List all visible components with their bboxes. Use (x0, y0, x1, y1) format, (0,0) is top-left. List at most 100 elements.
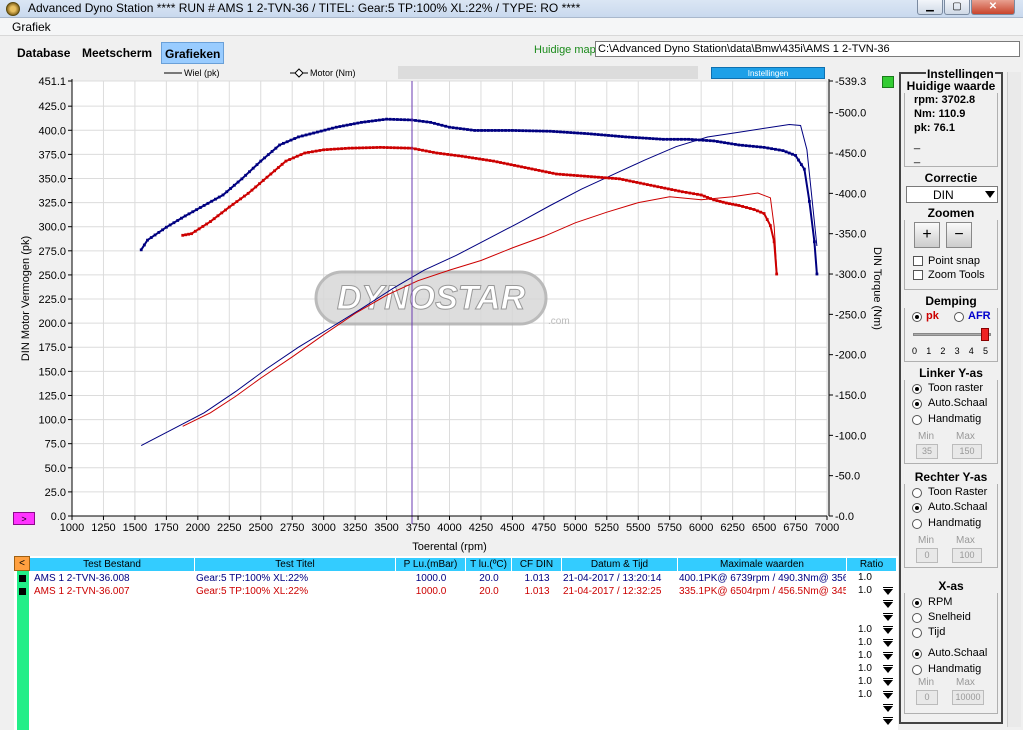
series-point-1 (712, 139, 716, 143)
left-y-grid-radio[interactable] (912, 384, 922, 394)
ratio-dropdown-icon[interactable] (883, 639, 893, 647)
series-point-1 (244, 173, 248, 177)
ratio-dropdown-icon[interactable] (883, 613, 893, 621)
series-point-3 (421, 148, 424, 152)
series-point-1 (403, 118, 406, 122)
series-point-1 (363, 120, 367, 124)
demping-slider-track[interactable] (913, 333, 991, 336)
ratio-dropdown-icon[interactable] (883, 600, 893, 608)
ratio-value: 1.0 (858, 676, 872, 687)
series-point-3 (184, 233, 188, 237)
current-value-title: Huidige waarde (904, 79, 998, 93)
x-axis-min-input[interactable]: 0 (916, 690, 938, 705)
demping-afr-radio[interactable] (954, 312, 964, 322)
series-point-3 (502, 161, 506, 165)
table-header-7[interactable]: Ratio (847, 558, 897, 571)
series-point-3 (471, 156, 474, 160)
left-y-auto-radio[interactable] (912, 399, 922, 409)
table-header-0[interactable]: Test Bestand (30, 558, 195, 571)
ratio-dropdown-icon[interactable] (883, 678, 893, 686)
left-y-manual-radio[interactable] (912, 415, 922, 425)
series-point-3 (688, 191, 692, 195)
right-y-auto-radio[interactable] (912, 503, 922, 513)
series-point-3 (499, 161, 502, 164)
ratio-dropdown-icon[interactable] (883, 626, 893, 634)
correctie-title: Correctie (904, 171, 998, 185)
series-point-1 (308, 132, 312, 136)
ratio-dropdown-icon[interactable] (883, 717, 893, 725)
table-header-5[interactable]: Datum & Tijd (562, 558, 678, 571)
series-point-1 (511, 129, 514, 132)
demping-pk-radio[interactable] (912, 312, 922, 322)
row-visibility-icon[interactable] (19, 588, 26, 595)
series-point-1 (221, 193, 225, 197)
series-point-1 (236, 180, 240, 184)
ratio-dropdown-icon[interactable] (883, 665, 893, 673)
zoom-in-icon[interactable]: + (914, 222, 940, 248)
x-axis-speed-radio[interactable] (912, 613, 922, 623)
series-point-1 (593, 132, 597, 136)
row-visibility-icon[interactable] (19, 575, 26, 582)
maximize-button[interactable]: ▢ (944, 0, 970, 15)
point-snap-checkbox[interactable] (913, 256, 923, 266)
correctie-select[interactable]: DIN (906, 186, 998, 203)
series-point-1 (777, 148, 781, 152)
series-point-1 (274, 146, 278, 150)
demping-tick-label: 0 (912, 346, 918, 356)
ratio-value: 1.0 (858, 689, 872, 700)
x-tick-label: 4500 (500, 522, 524, 534)
x-axis-rpm-radio[interactable] (912, 598, 922, 608)
panel-scrollbar[interactable] (1007, 72, 1021, 727)
table-cell-temp: 20.0 (479, 586, 499, 597)
series-point-1 (334, 125, 338, 129)
series-point-3 (417, 148, 421, 151)
right-y-max-input[interactable]: 100 (952, 548, 982, 563)
right-y-manual-radio[interactable] (912, 519, 922, 529)
series-point-3 (741, 205, 745, 208)
x-axis-max-input[interactable]: 10000 (952, 690, 984, 705)
series-point-3 (336, 147, 340, 151)
x-axis-auto-radio[interactable] (912, 649, 922, 659)
left-y-min-input[interactable]: 35 (916, 444, 938, 459)
left-y-min-label: Min (918, 431, 935, 442)
y-tick-label: 25.0 (45, 487, 66, 499)
series-point-1 (565, 130, 569, 134)
series-point-3 (442, 152, 446, 156)
series-point-3 (224, 208, 227, 212)
series-point-3 (631, 180, 635, 184)
series-point-1 (202, 204, 206, 207)
table-cell-cf: 1.013 (524, 573, 550, 584)
series-point-1 (589, 132, 593, 136)
left-y-max-input[interactable]: 150 (952, 444, 982, 459)
x-axis-time-radio[interactable] (912, 628, 922, 638)
table-header-4[interactable]: CF DIN (512, 558, 562, 571)
x-axis-manual-radio[interactable] (912, 665, 922, 675)
ratio-value: 1.0 (858, 585, 872, 596)
ratio-dropdown-icon[interactable] (883, 704, 893, 712)
ratio-dropdown-icon[interactable] (883, 691, 893, 699)
zoom-out-icon[interactable]: − (946, 222, 972, 248)
series-point-1 (352, 122, 356, 126)
ratio-dropdown-icon[interactable] (883, 652, 893, 660)
table-header-2[interactable]: P Lu.(mBar) (396, 558, 466, 571)
right-y-min-input[interactable]: 0 (916, 548, 938, 563)
series-point-1 (521, 129, 525, 133)
zoom-tools-checkbox[interactable] (913, 270, 923, 280)
right-y-grid-radio[interactable] (912, 488, 922, 498)
dyno-chart[interactable]: Wiel (pk) Motor (Nm) DYNOSTAR .com 1000 125… (0, 0, 898, 556)
series-point-1 (613, 134, 617, 138)
table-header-3[interactable]: T lu.(ºC) (466, 558, 512, 571)
table-collapse-button[interactable]: < (14, 556, 30, 571)
series-point-1 (417, 119, 421, 123)
right-y-max-label: Max (956, 535, 975, 546)
demping-slider-thumb[interactable] (981, 328, 989, 341)
ratio-dropdown-icon[interactable] (883, 587, 893, 595)
series-point-1 (690, 138, 694, 141)
table-header-1[interactable]: Test Titel (195, 558, 396, 571)
close-button[interactable]: ✕ (971, 0, 1015, 15)
series-point-3 (227, 205, 231, 209)
left-y-manual-label: Handmatig (928, 413, 982, 425)
minimize-button[interactable]: ▁ (917, 0, 943, 15)
table-header-6[interactable]: Maximale waarden (678, 558, 847, 571)
series-point-3 (389, 146, 393, 150)
